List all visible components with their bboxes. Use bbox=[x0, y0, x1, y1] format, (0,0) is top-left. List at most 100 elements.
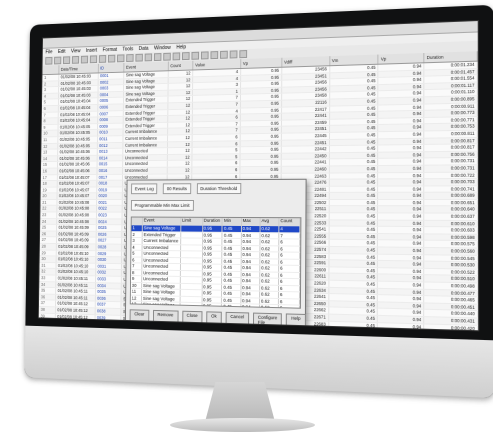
table-cell: 0033 bbox=[95, 276, 122, 283]
toolbar-button-icon[interactable] bbox=[126, 54, 134, 62]
toolbar-button-icon[interactable] bbox=[220, 50, 228, 59]
toolbar-button-icon[interactable] bbox=[239, 50, 248, 59]
dialog-button[interactable]: Cancel bbox=[225, 311, 249, 327]
dialog-table-cell bbox=[180, 289, 203, 296]
table-cell: 0:00:00.756 bbox=[424, 151, 478, 158]
table-cell: 0.95 bbox=[240, 87, 282, 95]
table-cell: 0.94 bbox=[378, 254, 425, 261]
dialog-table-cell: 6 bbox=[279, 239, 301, 246]
table-cell: 0.45 bbox=[329, 132, 379, 139]
toolbar-button-icon[interactable] bbox=[144, 53, 153, 62]
table-cell: 0.45 bbox=[329, 193, 379, 199]
table-cell: 0.45 bbox=[328, 280, 379, 288]
toolbar-button-icon[interactable] bbox=[89, 55, 98, 64]
dialog-table-cell: Current Imbalance bbox=[142, 238, 181, 244]
table-cell: 0.95 bbox=[238, 325, 281, 331]
menu-item[interactable]: Format bbox=[103, 47, 117, 53]
table-cell: 12 bbox=[167, 135, 193, 141]
menu-item[interactable]: Help bbox=[176, 44, 186, 50]
toolbar-button-icon[interactable] bbox=[45, 56, 53, 65]
table-cell: 01/02/08 10:45:12 bbox=[55, 307, 96, 314]
toolbar-button-icon[interactable] bbox=[163, 52, 171, 61]
table-cell: 17 bbox=[40, 174, 58, 181]
menu-item[interactable]: Edit bbox=[58, 49, 66, 55]
column-header[interactable]: Count bbox=[168, 60, 194, 71]
table-cell: 0:00:00.817 bbox=[424, 137, 478, 145]
dialog-button[interactable]: Clear bbox=[129, 309, 150, 324]
menu-item[interactable]: View bbox=[71, 48, 81, 54]
column-header[interactable]: Vp bbox=[378, 52, 425, 64]
menu-item[interactable]: Window bbox=[154, 45, 171, 51]
table-cell: 01/02/08 10:45:10 bbox=[56, 269, 96, 276]
dialog-table-cell: 0.45 bbox=[222, 290, 242, 297]
column-header[interactable]: Vdiff bbox=[282, 56, 330, 67]
toolbar-button-icon[interactable] bbox=[229, 50, 238, 59]
dialog-table-cell: 4 bbox=[279, 226, 301, 232]
column-header[interactable]: ID bbox=[98, 63, 125, 73]
dialog-table[interactable]: Event Limit Duration Min Max Avg Count 1 Sine s… bbox=[129, 216, 302, 309]
table-cell: 0.94 bbox=[378, 281, 425, 289]
column-header[interactable]: Event bbox=[124, 61, 169, 72]
table-cell: 0.94 bbox=[378, 288, 425, 296]
toolbar-button-icon[interactable] bbox=[172, 52, 181, 61]
dialog-button[interactable]: Ok bbox=[206, 311, 222, 326]
table-cell: 0.45 bbox=[328, 321, 379, 329]
toolbar-button-icon[interactable] bbox=[153, 53, 162, 62]
toolbar-button-icon[interactable] bbox=[80, 55, 89, 64]
dialog-button[interactable]: Close bbox=[181, 310, 203, 326]
table-cell: 0.94 bbox=[378, 220, 425, 227]
table-cell: 0026 bbox=[96, 231, 123, 238]
column-header[interactable]: Vm bbox=[329, 54, 379, 66]
toolbar-button-icon[interactable] bbox=[54, 56, 62, 65]
table-cell: 0028 bbox=[95, 244, 123, 251]
dialog-table-cell: 0.95 bbox=[202, 283, 223, 290]
toolbar-button-icon[interactable] bbox=[210, 51, 219, 60]
dialog-table-cell bbox=[180, 251, 203, 257]
menu-item[interactable]: Tools bbox=[122, 46, 133, 52]
dialog-field[interactable]: Event Log bbox=[131, 183, 158, 195]
dialog-table-cell: 0.45 bbox=[222, 251, 242, 258]
dialog-table-cell: Unconnected bbox=[142, 244, 181, 251]
column-header[interactable]: Vp bbox=[240, 57, 283, 68]
table-cell: Unconnected bbox=[122, 161, 168, 167]
table-cell: 0.95 bbox=[240, 166, 282, 173]
dialog-field[interactable]: Duration Threshold bbox=[196, 183, 242, 195]
dialog-table-cell: 0.95 bbox=[202, 245, 223, 251]
toolbar-button-icon[interactable] bbox=[62, 56, 71, 65]
menu-item[interactable]: File bbox=[45, 49, 52, 55]
dialog-button[interactable]: Configure File bbox=[252, 312, 283, 328]
toolbar-button-icon[interactable] bbox=[135, 53, 143, 62]
toolbar-button-icon[interactable] bbox=[71, 55, 80, 64]
table-cell: 40 bbox=[38, 319, 56, 326]
dialog-field[interactable]: 00 Results bbox=[163, 183, 191, 195]
dialog-table-cell: 0.95 bbox=[202, 238, 223, 245]
toolbar-button-icon[interactable] bbox=[191, 51, 200, 60]
toolbar-button-icon[interactable] bbox=[200, 51, 209, 60]
dialog-button[interactable]: Remove bbox=[152, 309, 179, 325]
column-header[interactable]: Value bbox=[193, 59, 242, 70]
table-cell: 01/02/08 10:45:05 bbox=[57, 136, 98, 143]
table-cell: 0.94 bbox=[378, 138, 425, 145]
dialog-table-row[interactable]: 14Sine sag Voltage0.950.450.940.626 bbox=[130, 307, 300, 309]
table-cell: 0.45 bbox=[329, 233, 379, 240]
dialog-field[interactable]: Programmable Min Max Limit bbox=[130, 200, 194, 211]
column-header[interactable] bbox=[42, 65, 60, 75]
table-cell: 5 bbox=[192, 147, 241, 154]
dialog-button[interactable]: Help bbox=[286, 313, 306, 329]
column-header[interactable]: Date/Time bbox=[58, 63, 99, 74]
dialog-table-cell: 0.95 bbox=[202, 264, 223, 271]
menu-item[interactable]: Insert bbox=[86, 48, 97, 54]
dialog-table-cell: 0.62 bbox=[259, 304, 279, 309]
table-cell: Current Imbalance bbox=[123, 135, 168, 142]
toolbar-button-icon[interactable] bbox=[181, 52, 190, 61]
toolbar-button-icon[interactable] bbox=[98, 55, 107, 63]
table-cell: 0002 bbox=[98, 78, 125, 86]
dialog-table-cell: 0.94 bbox=[241, 265, 261, 271]
table-cell: 6 bbox=[192, 134, 241, 141]
toolbar-button-icon[interactable] bbox=[107, 54, 116, 63]
column-header[interactable]: Duration bbox=[424, 51, 478, 63]
menu-item[interactable]: Data bbox=[139, 46, 149, 52]
table-cell: 0022 bbox=[96, 206, 123, 212]
toolbar-button-icon[interactable] bbox=[117, 54, 125, 63]
table-cell: 0.94 bbox=[378, 315, 425, 323]
